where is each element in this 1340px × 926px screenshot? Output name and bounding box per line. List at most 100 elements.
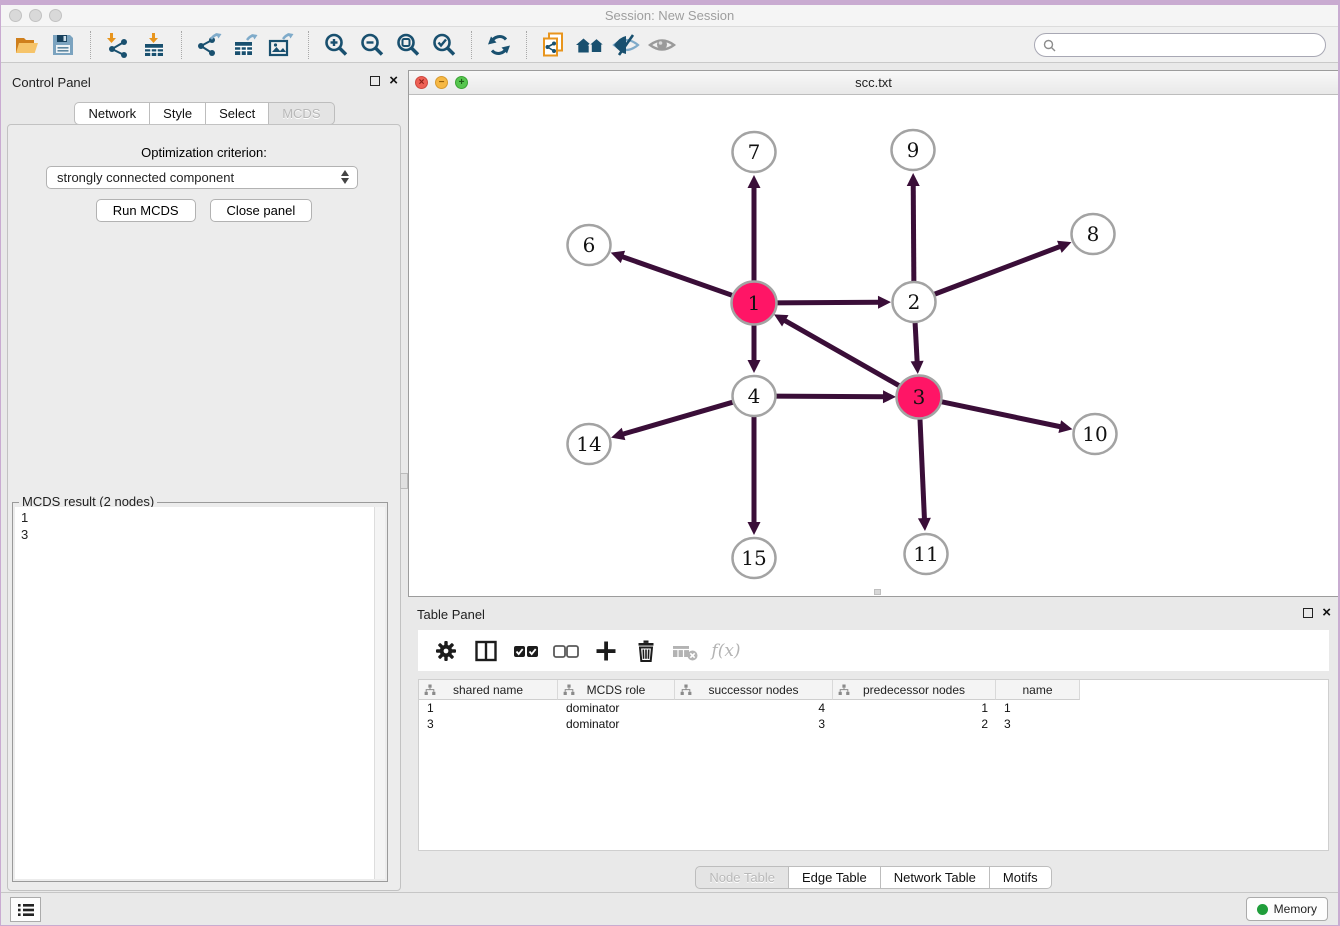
- graph-node-10[interactable]: 10: [1074, 414, 1117, 454]
- add-column-button[interactable]: [588, 634, 624, 668]
- arrowhead-1-7: [748, 175, 761, 188]
- tab-network-table[interactable]: Network Table: [881, 866, 990, 889]
- tab-network[interactable]: Network: [74, 102, 150, 125]
- tab-mcds[interactable]: MCDS: [269, 102, 334, 125]
- cell-successor-nodes[interactable]: 3: [675, 716, 833, 732]
- edge-4-3[interactable]: [773, 396, 885, 397]
- edge-2-8[interactable]: [932, 246, 1061, 295]
- optimization-criterion-label: Optimization criterion:: [8, 145, 400, 160]
- export-image-button[interactable]: [263, 29, 299, 61]
- task-history-button[interactable]: [10, 897, 41, 922]
- criterion-select[interactable]: strongly connected component: [46, 166, 358, 189]
- hide-selected-button[interactable]: [608, 29, 644, 61]
- trash-icon: [633, 638, 659, 664]
- apply-layout-button[interactable]: [481, 29, 517, 61]
- arrowhead-4-3: [883, 390, 896, 403]
- arrowhead-4-15: [748, 522, 761, 535]
- clone-network-button[interactable]: [536, 29, 572, 61]
- table-panel-title: Table Panel: [417, 607, 485, 622]
- select-all-columns-button[interactable]: [508, 634, 544, 668]
- cell-name[interactable]: 1: [996, 700, 1080, 716]
- titlebar: Session: New Session: [1, 5, 1338, 27]
- graph-node-4[interactable]: 4: [733, 376, 776, 416]
- mcds-result-text[interactable]: 1 3: [15, 507, 374, 879]
- open-session-button[interactable]: [9, 29, 45, 61]
- edge-3-1[interactable]: [784, 320, 903, 388]
- graph-node-15[interactable]: 15: [733, 538, 776, 578]
- column-header-MCDS-role[interactable]: MCDS role: [558, 680, 675, 700]
- cell-predecessor-nodes[interactable]: 2: [833, 716, 996, 732]
- search-input[interactable]: [1061, 38, 1317, 52]
- tab-motifs[interactable]: Motifs: [990, 866, 1052, 889]
- zoom-fit-button[interactable]: [390, 29, 426, 61]
- tab-node-table[interactable]: Node Table: [695, 866, 789, 889]
- float-table-panel-icon[interactable]: [1303, 608, 1313, 618]
- toolbar-separator: [471, 31, 472, 59]
- table-settings-button[interactable]: [428, 634, 464, 668]
- cell-shared-name[interactable]: 1: [419, 700, 558, 716]
- table-row[interactable]: 1dominator411: [419, 700, 1328, 716]
- edge-3-11[interactable]: [920, 416, 925, 520]
- float-panel-icon[interactable]: [370, 76, 380, 86]
- export-table-button[interactable]: [227, 29, 263, 61]
- save-session-button[interactable]: [45, 29, 81, 61]
- edge-1-6[interactable]: [621, 256, 736, 296]
- clone-network-icon: [540, 32, 568, 58]
- cell-predecessor-nodes[interactable]: 1: [833, 700, 996, 716]
- arrowhead-2-3: [911, 361, 924, 374]
- edge-2-9[interactable]: [913, 184, 914, 283]
- cell-successor-nodes[interactable]: 4: [675, 700, 833, 716]
- column-label: name: [1022, 683, 1052, 697]
- graph-node-6[interactable]: 6: [568, 225, 611, 265]
- graph-node-11[interactable]: 11: [905, 534, 948, 574]
- graph-node-9[interactable]: 9: [892, 130, 935, 170]
- canvas-grip[interactable]: [874, 589, 881, 595]
- close-panel-button[interactable]: Close panel: [210, 199, 313, 222]
- graph-node-2[interactable]: 2: [893, 282, 936, 322]
- cell-name[interactable]: 3: [996, 716, 1080, 732]
- column-header-successor-nodes[interactable]: successor nodes: [675, 680, 833, 700]
- result-scrollbar[interactable]: [374, 507, 385, 879]
- tab-select[interactable]: Select: [206, 102, 269, 125]
- cell-MCDS-role[interactable]: dominator: [558, 716, 675, 732]
- column-header-shared-name[interactable]: shared name: [419, 680, 558, 700]
- run-mcds-button[interactable]: Run MCDS: [96, 199, 196, 222]
- tab-edge-table[interactable]: Edge Table: [789, 866, 881, 889]
- show-columns-button[interactable]: [468, 634, 504, 668]
- import-table-button[interactable]: [136, 29, 172, 61]
- close-table-panel-icon[interactable]: ×: [1322, 607, 1331, 619]
- search-box[interactable]: [1034, 33, 1326, 57]
- import-network-button[interactable]: [100, 29, 136, 61]
- network-canvas[interactable]: 7 9 6 8 1 2 4 3 14 10 15 11: [409, 95, 1338, 596]
- tab-style[interactable]: Style: [150, 102, 206, 125]
- home-icon: [574, 32, 606, 58]
- cell-MCDS-role[interactable]: dominator: [558, 700, 675, 716]
- column-header-predecessor-nodes[interactable]: predecessor nodes: [833, 680, 996, 700]
- memory-button[interactable]: Memory: [1246, 897, 1328, 921]
- edge-4-14[interactable]: [622, 401, 736, 434]
- column-header-name[interactable]: name: [996, 680, 1080, 700]
- splitter-grip[interactable]: [400, 473, 408, 489]
- edge-3-10[interactable]: [938, 401, 1062, 427]
- delete-column-button[interactable]: [628, 634, 664, 668]
- export-network-button[interactable]: [191, 29, 227, 61]
- arrowhead-4-14: [611, 428, 625, 440]
- zoom-in-button[interactable]: [318, 29, 354, 61]
- cell-shared-name[interactable]: 3: [419, 716, 558, 732]
- graph-node-7[interactable]: 7: [733, 132, 776, 172]
- table-row[interactable]: 3dominator323: [419, 716, 1328, 732]
- zoom-out-button[interactable]: [354, 29, 390, 61]
- edge-1-2[interactable]: [773, 302, 880, 303]
- mcds-result-box: MCDS result (2 nodes) 1 3: [12, 502, 388, 882]
- graph-node-14[interactable]: 14: [568, 424, 611, 464]
- unselect-all-columns-button[interactable]: [548, 634, 584, 668]
- graph-node-8[interactable]: 8: [1072, 214, 1115, 254]
- close-panel-icon[interactable]: ×: [389, 75, 398, 87]
- graph-node-1[interactable]: 1: [732, 282, 777, 325]
- import-network-icon: [104, 32, 132, 58]
- show-hidden-button: [644, 29, 680, 61]
- home-network-button[interactable]: [572, 29, 608, 61]
- graph-node-3[interactable]: 3: [897, 376, 942, 419]
- edge-2-3[interactable]: [915, 321, 917, 363]
- zoom-selected-button[interactable]: [426, 29, 462, 61]
